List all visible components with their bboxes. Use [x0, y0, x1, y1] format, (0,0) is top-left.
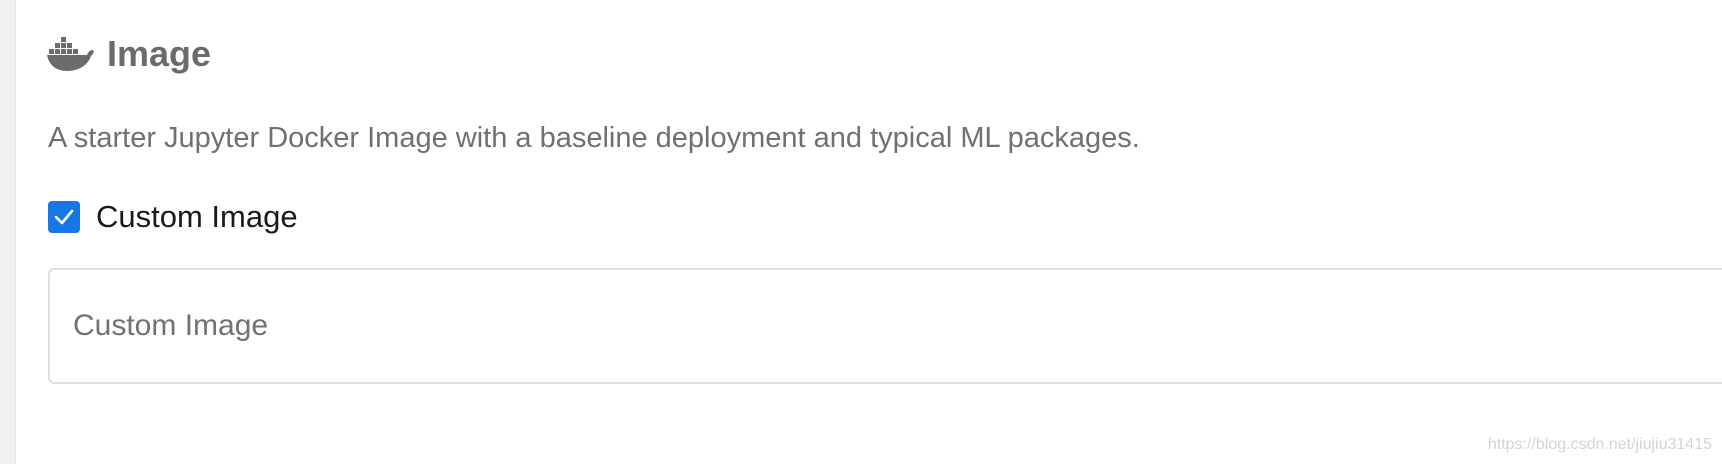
- section-description: A starter Jupyter Docker Image with a ba…: [48, 122, 1140, 154]
- left-edge-border: [0, 0, 16, 464]
- section-header: Image: [47, 30, 211, 78]
- section-title: Image: [107, 33, 212, 74]
- custom-image-input[interactable]: [48, 268, 1722, 384]
- custom-image-checkbox-row[interactable]: Custom Image: [48, 197, 298, 237]
- image-settings-panel: Image A starter Jupyter Docker Image wit…: [0, 0, 1722, 464]
- custom-image-checkbox-label[interactable]: Custom Image: [96, 197, 298, 237]
- custom-image-checkbox[interactable]: [48, 201, 80, 233]
- checkmark-icon: [54, 209, 74, 225]
- docker-whale-icon: [47, 35, 95, 73]
- watermark-text: https://blog.csdn.net/jiujiu31415: [1487, 436, 1712, 453]
